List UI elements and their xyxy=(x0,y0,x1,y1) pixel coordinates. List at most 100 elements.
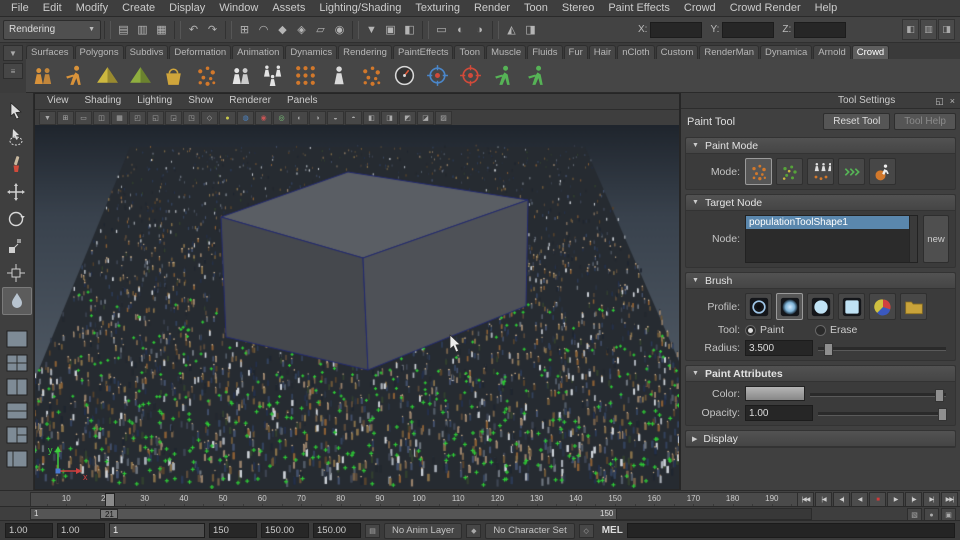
brush-header[interactable]: ▼ Brush xyxy=(686,273,955,289)
anim-start-field[interactable]: 1.00 xyxy=(5,523,53,538)
open-scene-icon[interactable]: ▥ xyxy=(133,20,152,39)
playback-start-field[interactable]: 1.00 xyxy=(57,523,105,538)
anim-layer-selector[interactable]: No Anim Layer xyxy=(384,522,463,539)
shelf-tab-painteffects[interactable]: PaintEffects xyxy=(392,45,454,59)
snap-grid-icon[interactable]: ⊞ xyxy=(235,20,254,39)
paint-mode-header[interactable]: ▼ Paint Mode xyxy=(686,138,955,154)
current-frame-handle[interactable]: 21 xyxy=(100,509,119,519)
safe-action-icon[interactable]: ◱ xyxy=(147,111,164,125)
menu-stereo[interactable]: Stereo xyxy=(555,1,601,15)
select-component-icon[interactable]: ◧ xyxy=(400,20,419,39)
safe-title-icon[interactable]: ◲ xyxy=(165,111,182,125)
animate-mode-button[interactable] xyxy=(869,158,896,185)
slider-handle[interactable] xyxy=(935,388,945,402)
shelf-tab-surfaces[interactable]: Surfaces xyxy=(26,45,74,59)
mannequin-shelf-icon[interactable] xyxy=(323,61,353,91)
display-header[interactable]: ▶ Display xyxy=(686,431,955,447)
shelf-tab-crowd[interactable]: Crowd xyxy=(851,45,890,59)
paint-radio[interactable]: Paint xyxy=(745,324,784,336)
viewport-menu-renderer[interactable]: Renderer xyxy=(221,94,279,109)
paint-bucket-shelf-icon[interactable] xyxy=(158,61,188,91)
export-run-shelf-icon[interactable] xyxy=(488,61,518,91)
textured-mode-icon[interactable]: ◍ xyxy=(237,111,254,125)
play-forwards-button[interactable]: ▶ xyxy=(887,492,904,507)
playback-start-spin[interactable]: 1 xyxy=(109,523,205,538)
menu-assets[interactable]: Assets xyxy=(265,1,312,15)
menu-lighting-shading[interactable]: Lighting/Shading xyxy=(312,1,408,15)
nav-mesh-shelf-icon[interactable] xyxy=(125,61,155,91)
two-pane-side-layout[interactable] xyxy=(4,376,30,398)
gate-mask-icon[interactable]: ▦ xyxy=(111,111,128,125)
menu-window[interactable]: Window xyxy=(212,1,265,15)
viewport-menu-lighting[interactable]: Lighting xyxy=(129,94,180,109)
shelf-tab-renderman[interactable]: RenderMan xyxy=(699,45,760,59)
anim-end-field[interactable]: 150.00 xyxy=(313,523,361,538)
crowd-walk-shelf-icon[interactable] xyxy=(59,61,89,91)
simulation-gauge-shelf-icon[interactable] xyxy=(389,61,419,91)
close-icon[interactable]: × xyxy=(950,96,955,106)
snap-point-icon[interactable]: ◆ xyxy=(273,20,292,39)
new-node-button[interactable]: new xyxy=(923,215,949,263)
menu-toon[interactable]: Toon xyxy=(517,1,555,15)
population-tool-shelf-icon[interactable] xyxy=(191,61,221,91)
current-frame-marker[interactable] xyxy=(105,493,116,507)
snap-curve-icon[interactable]: ◠ xyxy=(254,20,273,39)
shelf-editor-icon[interactable]: ≡ xyxy=(3,63,23,79)
viewport-menu-panels[interactable]: Panels xyxy=(279,94,326,109)
two-pane-stacked-layout[interactable] xyxy=(4,400,30,422)
step-back-frame-button[interactable]: |◀ xyxy=(815,492,832,507)
smooth-shade-icon[interactable]: ● xyxy=(219,111,236,125)
shelf-tab-fur[interactable]: Fur xyxy=(563,45,588,59)
redo-icon[interactable]: ↷ xyxy=(203,20,222,39)
snap-view-icon[interactable]: ◈ xyxy=(292,20,311,39)
node-list-scrollbar[interactable] xyxy=(909,216,917,262)
shelf-tab-custom[interactable]: Custom xyxy=(655,45,699,59)
time-slider[interactable]: 1020304050607080901001101201301401501601… xyxy=(0,490,960,508)
xray-mode-icon[interactable]: ◨ xyxy=(381,111,398,125)
channel-box-toggle-icon[interactable]: ◨ xyxy=(938,19,955,40)
playback-range[interactable] xyxy=(31,509,617,519)
coord-input-0[interactable] xyxy=(650,21,703,38)
color-slider[interactable] xyxy=(810,387,946,402)
entity-type-shelf-icon[interactable] xyxy=(26,61,56,91)
stop-playback-button[interactable]: ■ xyxy=(869,492,886,507)
slider-handle[interactable] xyxy=(824,343,834,356)
shelf-tab-hair[interactable]: Hair xyxy=(588,45,617,59)
opacity-slider[interactable] xyxy=(818,406,948,421)
paint-tool-current[interactable] xyxy=(1,287,32,315)
square-profile-button[interactable] xyxy=(838,293,865,320)
shelf-menu-icon[interactable]: ▼ xyxy=(3,45,23,61)
reset-tool-button[interactable]: Reset Tool xyxy=(823,113,891,130)
replace-mode-button[interactable] xyxy=(776,158,803,185)
use-lights-icon[interactable]: ◉ xyxy=(255,111,272,125)
node-list-item[interactable]: populationToolShape1 xyxy=(746,216,910,229)
field-chart-icon[interactable]: ◰ xyxy=(129,111,146,125)
menu-paint-effects[interactable]: Paint Effects xyxy=(601,1,677,15)
retarget-axis-shelf-icon[interactable] xyxy=(455,61,485,91)
motion-blur-icon[interactable]: ◑ xyxy=(309,111,326,125)
film-gate-icon[interactable]: ▭ xyxy=(75,111,92,125)
paint-effects-panel-icon[interactable]: ◭ xyxy=(502,20,521,39)
soft-profile-button[interactable] xyxy=(776,293,803,320)
go-to-end-button[interactable]: ▶▶| xyxy=(941,492,958,507)
snap-plane-icon[interactable]: ▱ xyxy=(311,20,330,39)
menu-create[interactable]: Create xyxy=(115,1,162,15)
coord-input-1[interactable] xyxy=(722,21,775,38)
outliner-persp-layout[interactable] xyxy=(4,448,30,470)
radius-field[interactable]: 3.500 xyxy=(745,340,813,356)
scale-tool[interactable] xyxy=(2,233,30,259)
shelf-tab-dynamics[interactable]: Dynamics xyxy=(285,45,338,59)
menu-crowd[interactable]: Crowd xyxy=(677,1,723,15)
grid-toggle-icon[interactable]: ⊞ xyxy=(57,111,74,125)
slider-handle[interactable] xyxy=(938,408,948,421)
orient-mode-button[interactable] xyxy=(838,158,865,185)
step-forward-frame-button[interactable]: ▶| xyxy=(923,492,940,507)
node-list[interactable]: populationToolShape1 xyxy=(745,215,918,263)
gaussian-profile-button[interactable] xyxy=(745,293,772,320)
character-key-icon[interactable]: ◆ xyxy=(466,523,482,538)
new-scene-icon[interactable]: ▤ xyxy=(114,20,133,39)
shelf-tab-muscle[interactable]: Muscle xyxy=(486,45,527,59)
go-to-start-button[interactable]: |◀◀ xyxy=(797,492,814,507)
menu-crowd-render[interactable]: Crowd Render xyxy=(723,1,808,15)
undo-icon[interactable]: ↶ xyxy=(184,20,203,39)
